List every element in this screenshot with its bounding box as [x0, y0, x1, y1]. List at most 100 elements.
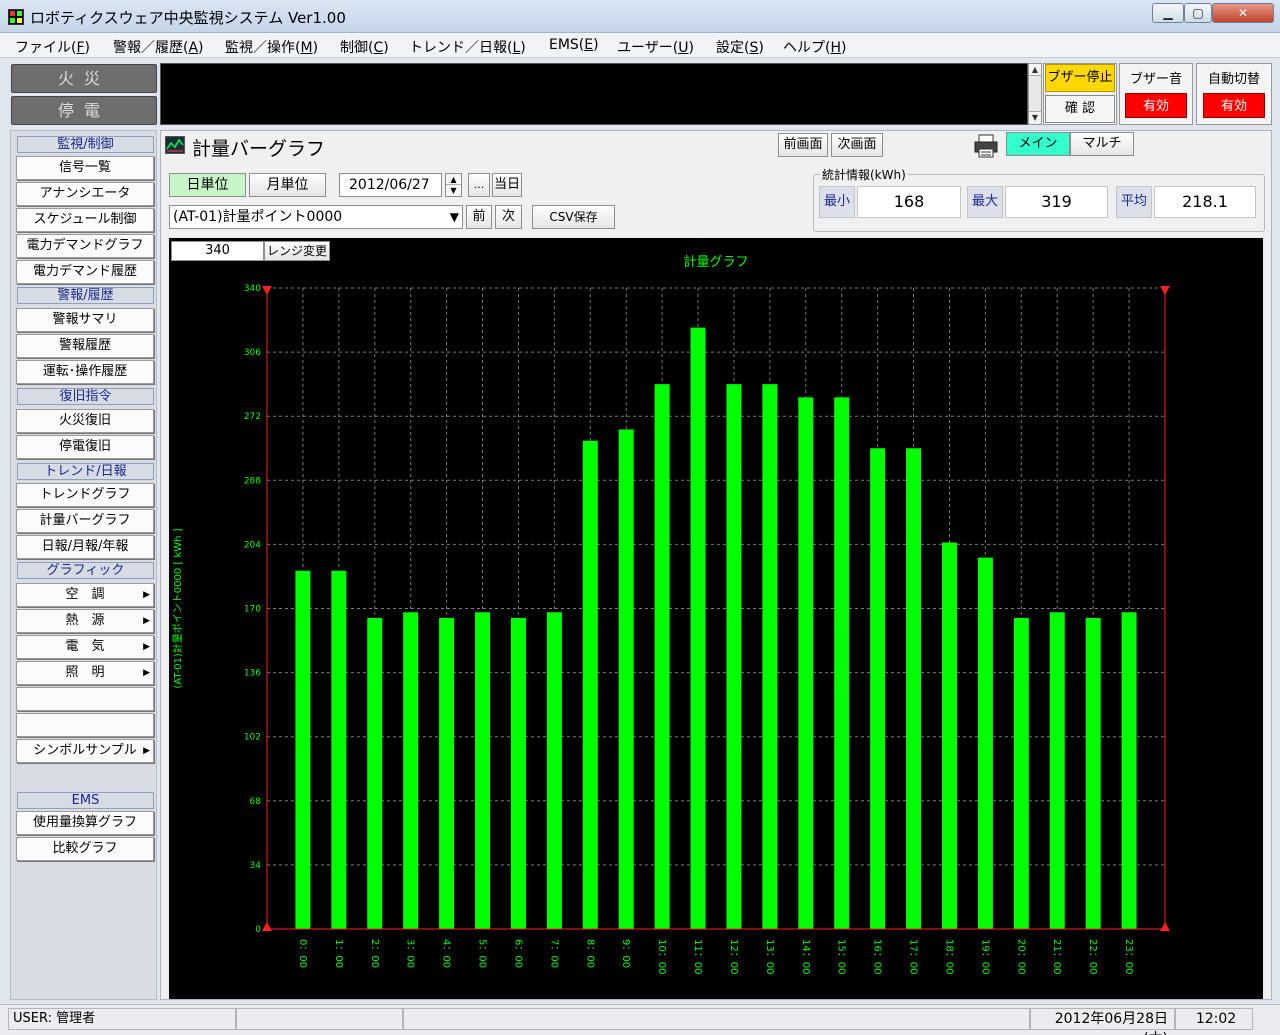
sidebar-item[interactable]: 電力デマンドグラフ: [16, 234, 154, 258]
x-tick-label: 15：00: [836, 939, 847, 974]
today-button[interactable]: 当日: [492, 173, 522, 197]
bar: [510, 617, 526, 929]
bar: [1013, 617, 1029, 929]
sidebar-item[interactable]: 電 気 ▶: [16, 635, 154, 659]
alarm-scrollbar[interactable]: ▲ ▼: [1028, 63, 1042, 125]
menu-item-s[interactable]: 設定(S): [716, 37, 764, 57]
tab-main[interactable]: メイン: [1006, 132, 1070, 156]
x-tick-label: 11：00: [692, 939, 703, 974]
spin-down-icon[interactable]: ▼: [446, 185, 461, 196]
menu-item-m[interactable]: 監視／操作(M): [225, 37, 318, 57]
bar: [618, 429, 634, 929]
menu-item-a[interactable]: 警報／履歴(A): [113, 37, 204, 57]
status-time: 12:02: [1175, 1008, 1253, 1030]
bar: [331, 570, 347, 929]
sidebar-item-label: 使用量換算グラフ: [32, 815, 137, 830]
buzzer-stop-button[interactable]: ブザー停止: [1045, 64, 1115, 92]
menu-item-c[interactable]: 制御(C): [340, 37, 389, 57]
sidebar-item-label: 電 気: [65, 639, 105, 654]
y-tick-label: 68: [250, 797, 262, 807]
bar: [690, 327, 706, 929]
bar: [1085, 617, 1101, 929]
x-tick-label: 17：00: [908, 939, 919, 974]
sidebar-item[interactable]: 電力デマンド履歴: [16, 260, 154, 284]
bar: [403, 612, 419, 929]
sidebar-item[interactable]: 運転･操作履歴: [16, 360, 154, 384]
sidebar-item-label: 警報履歴: [58, 338, 111, 353]
sidebar-item-label: 運転･操作履歴: [42, 364, 128, 379]
x-tick-label: 20：00: [1015, 939, 1026, 974]
status-segment-2: [236, 1008, 403, 1030]
date-picker-button[interactable]: ...: [468, 173, 490, 197]
spin-up-icon[interactable]: ▲: [446, 174, 461, 185]
month-unit-button[interactable]: 月単位: [249, 173, 326, 197]
min-value: 168: [857, 186, 961, 218]
sidebar-item[interactable]: 比較グラフ: [16, 837, 154, 861]
auto-switch-toggle[interactable]: 有効: [1203, 93, 1265, 118]
sidebar-item[interactable]: スケジュール制御: [16, 208, 154, 232]
next-screen-button[interactable]: 次画面: [831, 133, 883, 157]
sidebar-item[interactable]: 日報/月報/年報: [16, 535, 154, 559]
sidebar-item-label: 警報サマリ: [52, 312, 118, 327]
sidebar-item[interactable]: 空 調 ▶: [16, 583, 154, 607]
sidebar-item[interactable]: 信号一覧: [16, 156, 154, 180]
sidebar-item[interactable]: 停電復旧: [16, 435, 154, 459]
minimize-button[interactable]: ▁: [1152, 3, 1184, 23]
sidebar-item[interactable]: [16, 713, 154, 737]
sidebar-item[interactable]: 照 明 ▶: [16, 661, 154, 685]
fire-indicator: 火災: [11, 64, 157, 93]
sidebar-section-header: EMS: [17, 792, 154, 809]
menu-item-h[interactable]: ヘルプ(H): [783, 37, 846, 57]
user-status: USER: 管理者: [8, 1008, 236, 1030]
maximize-button[interactable]: ▢: [1184, 3, 1212, 23]
chart-title: 計量グラフ: [683, 254, 748, 270]
x-tick-label: 1：00: [333, 939, 344, 968]
prev-screen-button[interactable]: 前画面: [778, 133, 828, 157]
prev-point-button[interactable]: 前: [466, 205, 492, 229]
point-select[interactable]: (AT-01)計量ポイント0000 ▼: [169, 205, 463, 229]
power-outage-indicator: 停電: [11, 96, 157, 125]
sidebar-item-label: 電力デマンド履歴: [32, 264, 137, 279]
close-button[interactable]: ✕: [1212, 3, 1274, 23]
tab-multi[interactable]: マルチ: [1070, 132, 1134, 156]
axis-marker-icon: [1160, 922, 1170, 931]
sidebar-item[interactable]: 使用量換算グラフ: [16, 811, 154, 835]
scroll-up-icon[interactable]: ▲: [1029, 64, 1041, 76]
menu-item-f[interactable]: ファイル(F): [15, 37, 90, 57]
date-spinner[interactable]: ▲ ▼: [445, 173, 462, 197]
max-value: 319: [1005, 186, 1108, 218]
x-tick-label: 3：00: [405, 939, 416, 968]
sidebar-item[interactable]: トレンドグラフ: [16, 483, 154, 507]
day-unit-button[interactable]: 日単位: [169, 173, 246, 197]
printer-icon[interactable]: [973, 134, 999, 158]
menu-item-e[interactable]: EMS(E): [549, 37, 599, 53]
csv-save-button[interactable]: CSV保存: [532, 205, 615, 229]
min-label: 最小: [819, 186, 855, 218]
chevron-down-icon[interactable]: ▼: [450, 206, 459, 228]
bar: [726, 384, 742, 929]
sidebar-item[interactable]: 警報サマリ: [16, 308, 154, 332]
menu-item-l[interactable]: トレンド／日報(L): [409, 37, 526, 57]
buzzer-sound-toggle[interactable]: 有効: [1125, 93, 1187, 118]
menu-item-u[interactable]: ユーザー(U): [617, 37, 694, 57]
next-point-button[interactable]: 次: [495, 205, 522, 229]
scroll-down-icon[interactable]: ▼: [1029, 111, 1041, 123]
menu-bar: ファイル(F) 警報／履歴(A) 監視／操作(M) 制御(C) トレンド／日報(L) EM…: [0, 33, 1280, 58]
sidebar-item[interactable]: 計量バーグラフ: [16, 509, 154, 533]
main-panel: 計量バーグラフ 前画面 次画面 メイン マルチ 日単位 月単位 2012/06/…: [160, 130, 1272, 1000]
axis-marker-icon: [1160, 286, 1170, 295]
sidebar-item[interactable]: 火災復旧: [16, 409, 154, 433]
sidebar-item[interactable]: [16, 687, 154, 711]
sidebar-item-label: 照 明: [65, 665, 105, 680]
sidebar-item[interactable]: 熱 源 ▶: [16, 609, 154, 633]
sidebar-item[interactable]: シンボルサンプル ▶: [16, 739, 154, 763]
app-icon: [8, 9, 24, 25]
sidebar-item-label: 比較グラフ: [52, 841, 118, 856]
sidebar-item-label: アナンシエータ: [39, 186, 131, 201]
sidebar-item[interactable]: アナンシエータ: [16, 182, 154, 206]
sidebar-item[interactable]: 警報履歴: [16, 334, 154, 358]
confirm-button[interactable]: 確 認: [1045, 95, 1115, 123]
date-field[interactable]: 2012/06/27: [339, 173, 442, 197]
x-tick-label: 2：00: [369, 939, 380, 968]
x-tick-label: 14：00: [800, 939, 811, 974]
